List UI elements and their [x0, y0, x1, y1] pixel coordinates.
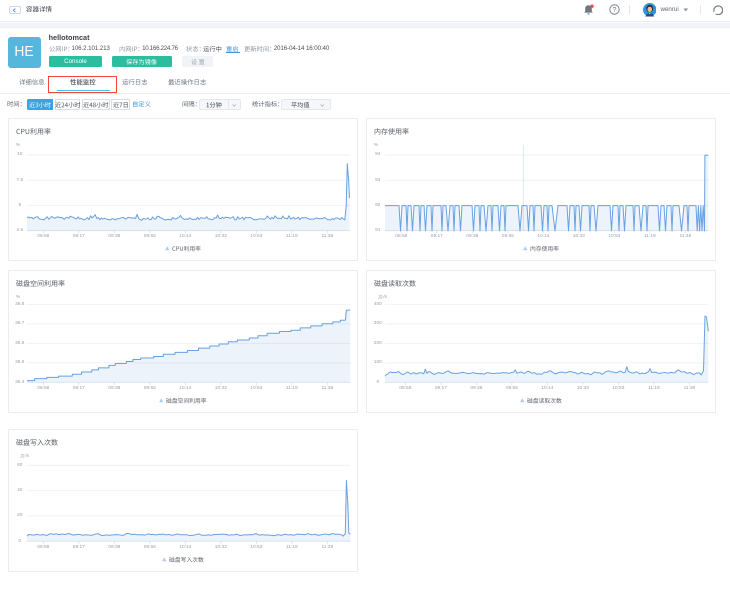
svg-text:?: ? — [612, 7, 616, 14]
